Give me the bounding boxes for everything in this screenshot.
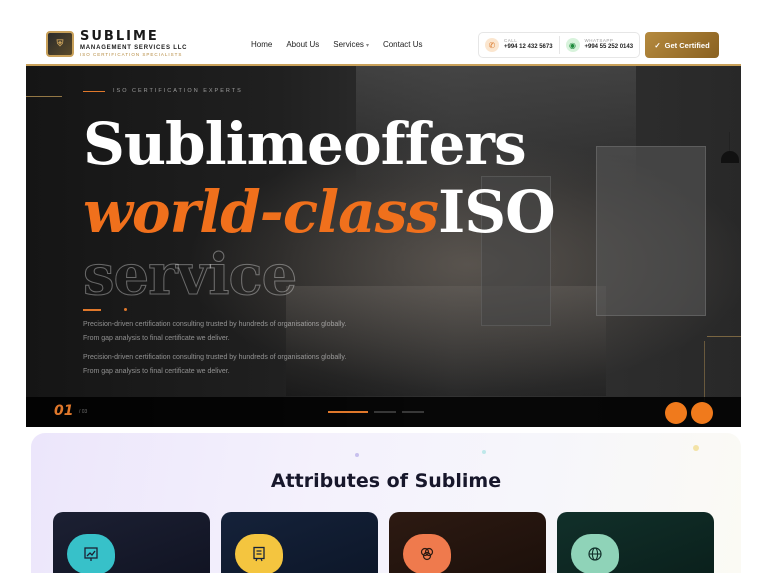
- hero-slider-bar: 01 / 03: [26, 397, 741, 427]
- page: ⛨ SUBLIME MANAGEMENT SERVICES LLC ISO CE…: [0, 0, 765, 573]
- slider-arrows: [665, 402, 713, 424]
- get-certified-label: Get Certified: [664, 40, 710, 50]
- slide-indicator[interactable]: [374, 411, 396, 413]
- decor-line: [704, 341, 705, 401]
- hero-description: Precision-driven certification consultin…: [83, 321, 347, 342]
- decor-line: [26, 96, 62, 97]
- nav-contact-us[interactable]: Contact Us: [383, 40, 423, 49]
- crest-logo-icon: ⛨: [46, 30, 74, 57]
- chevron-down-icon: ▾: [365, 43, 369, 49]
- nav-services[interactable]: Services ▾: [333, 40, 369, 49]
- nav-about-us[interactable]: About Us: [286, 40, 319, 49]
- eyebrow-line: [83, 90, 105, 92]
- contact-box: ✆ CALL +994 12 432 5673 ◉ WHATSAPP +994 …: [478, 32, 640, 58]
- decor-dot: [124, 308, 127, 311]
- slide-indicator[interactable]: [402, 411, 424, 413]
- chart-icon: [67, 534, 115, 573]
- lamp-cord: [729, 132, 730, 152]
- hero-headline-iso: ISO: [438, 178, 556, 246]
- attribute-card[interactable]: [557, 512, 714, 573]
- slide-number: 01: [54, 403, 74, 419]
- hero-background-fridge: [596, 146, 706, 316]
- venn-icon: [403, 534, 451, 573]
- slide-total: / 03: [79, 409, 88, 415]
- slide-indicator[interactable]: [328, 411, 368, 413]
- logo-text: SUBLIME MANAGEMENT SERVICES LLC ISO CERT…: [80, 30, 187, 58]
- globe-icon: [571, 534, 619, 573]
- attribute-card[interactable]: [53, 512, 210, 573]
- logo-tagline: ISO CERTIFICATION SPECIALISTS: [80, 52, 183, 57]
- attributes-section: Attributes of Sublime: [31, 433, 741, 573]
- nav-home[interactable]: Home: [251, 40, 272, 49]
- next-slide-button[interactable]: [691, 402, 713, 424]
- hero-headline-outline: service: [82, 242, 297, 309]
- whatsapp-text: WHATSAPP +994 55 252 0143: [584, 38, 634, 51]
- phone-icon: ✆: [485, 38, 499, 52]
- attributes-title: Attributes of Sublime: [270, 470, 502, 492]
- site-header: ⛨ SUBLIME MANAGEMENT SERVICES LLC ISO CE…: [26, 24, 741, 66]
- whatsapp-number: +994 55 252 0143: [584, 44, 634, 51]
- logo-subtitle: MANAGEMENT SERVICES LLC: [80, 45, 188, 51]
- hero-section: ISO CERTIFICATION EXPERTS Sublimeoffers …: [26, 66, 741, 427]
- pendant-lamp: [721, 151, 739, 163]
- decor-dot: [355, 453, 359, 457]
- decor-line: [707, 336, 741, 337]
- call-contact[interactable]: ✆ CALL +994 12 432 5673: [479, 38, 559, 52]
- hero-headline-line2: world-classISO: [83, 178, 556, 246]
- get-certified-button[interactable]: ✓ Get Certified: [645, 32, 719, 58]
- decor-dash: [83, 309, 101, 311]
- hero-headline-accent: world-class: [83, 178, 439, 246]
- hero-eyebrow: ISO CERTIFICATION EXPERTS: [83, 88, 243, 94]
- logo-title: SUBLIME: [80, 29, 159, 44]
- eyebrow-text: ISO CERTIFICATION EXPERTS: [113, 88, 243, 94]
- main-nav: Home About Us Services ▾ Contact Us: [251, 40, 423, 49]
- logo[interactable]: ⛨ SUBLIME MANAGEMENT SERVICES LLC ISO CE…: [46, 30, 187, 58]
- slide-progress: [328, 411, 424, 413]
- hero-description-secondary: Precision-driven certification consultin…: [83, 354, 347, 375]
- check-icon: ✓: [654, 40, 661, 50]
- attribute-card[interactable]: [221, 512, 378, 573]
- certificate-icon: [235, 534, 283, 573]
- attribute-card[interactable]: [389, 512, 546, 573]
- nav-services-label: Services: [333, 40, 364, 49]
- call-number: +994 12 432 5673: [504, 44, 553, 51]
- decor-dot: [482, 450, 486, 454]
- whatsapp-icon: ◉: [565, 38, 580, 52]
- whatsapp-contact[interactable]: ◉ WHATSAPP +994 55 252 0143: [560, 38, 640, 52]
- hero-headline-line1: Sublimeoffers: [83, 110, 527, 178]
- prev-slide-button[interactable]: [665, 402, 687, 424]
- decor-dot: [693, 445, 699, 451]
- call-text: CALL +994 12 432 5673: [504, 38, 553, 51]
